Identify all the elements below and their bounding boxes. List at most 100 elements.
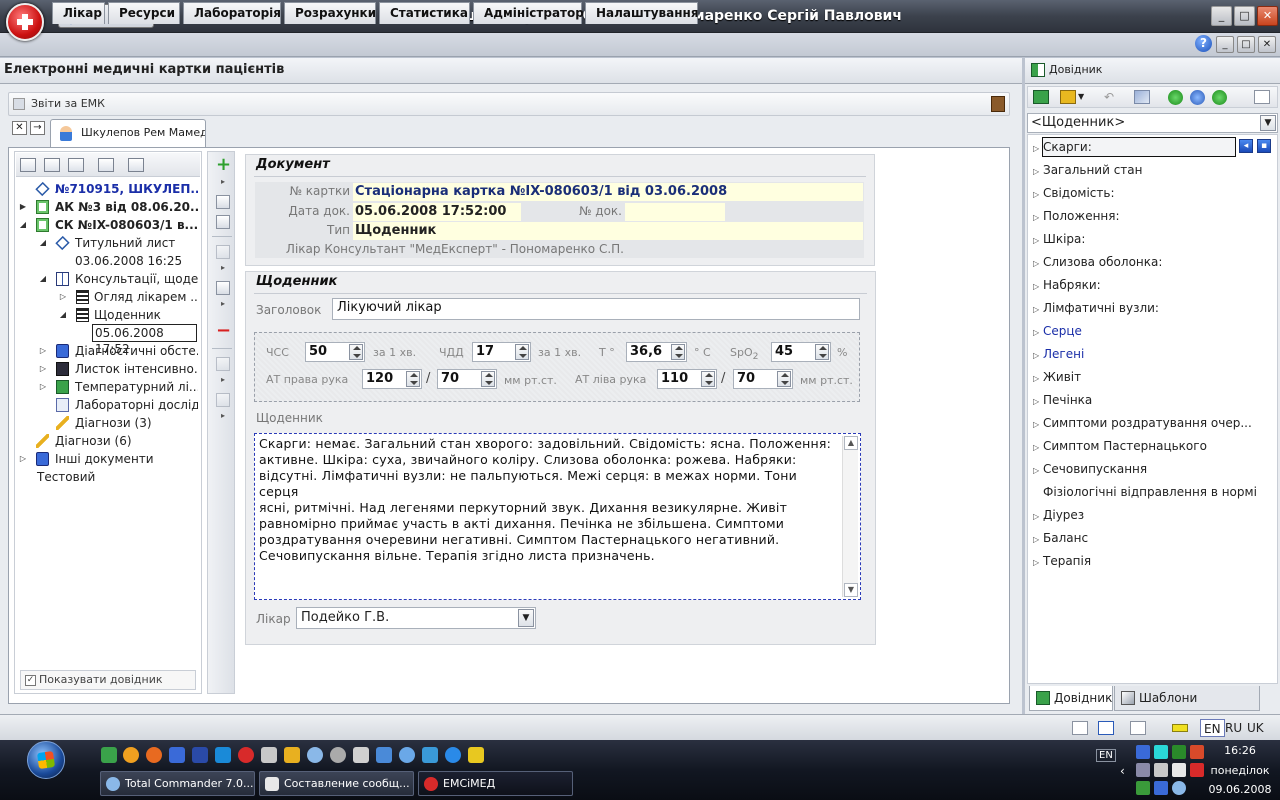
tree-item-doctor-exam[interactable]: ▷ Огляд лікарем ... xyxy=(16,288,198,306)
tree-item-title-page[interactable]: ◢ Титульний лист xyxy=(16,234,198,252)
expand-icon[interactable]: ▷ xyxy=(1033,347,1043,365)
mdi-restore-button[interactable]: □ xyxy=(1237,36,1255,53)
menu-settings[interactable]: Налаштування xyxy=(585,2,699,24)
firefox-icon[interactable] xyxy=(146,747,162,763)
tools-menu-arrow-icon[interactable]: ▸ xyxy=(216,411,230,425)
chevron-down-icon[interactable]: ▼ xyxy=(1260,115,1276,131)
card-number-value[interactable]: Стаціонарна картка №IX-080603/1 від 03.0… xyxy=(353,183,863,201)
language-uk[interactable]: UK xyxy=(1244,719,1267,737)
quick-launch-icon[interactable] xyxy=(468,747,484,763)
next-tab-icon[interactable]: → xyxy=(30,121,45,135)
quick-launch-icon[interactable] xyxy=(169,747,185,763)
close-tab-icon[interactable]: ✕ xyxy=(12,121,27,135)
maximize-button[interactable]: □ xyxy=(1234,6,1255,26)
medical-cross-icon[interactable] xyxy=(238,747,254,763)
expand-icon[interactable]: ▷ xyxy=(18,450,28,468)
tree-item-diary[interactable]: ◢ Щоденник xyxy=(16,306,198,324)
quick-launch-icon[interactable] xyxy=(101,747,117,763)
tray-expand-icon[interactable]: ‹ xyxy=(1120,764,1125,778)
book-icon[interactable] xyxy=(1033,90,1049,104)
expand-icon[interactable]: ▶ xyxy=(18,198,28,216)
copy-icon[interactable] xyxy=(216,245,230,259)
layout-icon[interactable] xyxy=(1072,721,1088,735)
quick-launch-icon[interactable] xyxy=(284,747,300,763)
expand-icon[interactable]: ▷ xyxy=(1033,439,1043,457)
heading-input[interactable]: Лікуючий лікар xyxy=(332,298,860,320)
network-icon[interactable] xyxy=(1136,745,1150,759)
collapse-icon[interactable]: ◢ xyxy=(58,306,68,324)
clock-date[interactable]: 09.06.2008 xyxy=(1200,783,1280,796)
reports-dropdown[interactable]: Звіти за ЕМК xyxy=(31,97,105,110)
minimize-button[interactable]: _ xyxy=(1211,6,1232,26)
spo2-spinner[interactable]: 45 xyxy=(771,342,831,362)
reference-item[interactable]: ▷ Легені xyxy=(1033,345,1084,363)
clock-day[interactable]: понеділок xyxy=(1200,764,1280,777)
reference-item[interactable]: ▷ Положення: xyxy=(1033,207,1120,225)
reference-item[interactable]: ▷ Сечовипускання xyxy=(1033,460,1147,478)
export-icon[interactable] xyxy=(1130,721,1146,735)
expand-icon[interactable]: ▷ xyxy=(1033,186,1043,204)
tools-icon[interactable] xyxy=(216,393,230,407)
expand-icon[interactable]: ▷ xyxy=(1033,462,1043,480)
expand-icon[interactable]: ▷ xyxy=(1033,255,1043,273)
expand-icon[interactable]: ▷ xyxy=(38,342,48,360)
delete-icon[interactable]: − xyxy=(216,322,231,340)
taskbar-total-commander[interactable]: Total Commander 7.0... xyxy=(100,771,255,796)
eraser-icon[interactable] xyxy=(1134,90,1150,104)
reference-item[interactable]: ▷ Симптоми роздратування очер... xyxy=(1033,414,1252,432)
expand-icon[interactable]: ▷ xyxy=(1033,209,1043,227)
spinner-arrows-icon[interactable] xyxy=(481,371,495,387)
window-icon[interactable] xyxy=(1098,721,1114,735)
help-icon[interactable]: ? xyxy=(1195,35,1212,52)
window-list-icon[interactable] xyxy=(128,158,144,172)
checkbox-checked-icon[interactable]: ✓ xyxy=(25,675,36,686)
print-icon[interactable] xyxy=(216,281,230,295)
tree-item-diary-entry-selected[interactable]: 05.06.2008 17:52 xyxy=(92,324,197,356)
reference-item[interactable]: ▷ Баланс xyxy=(1033,529,1088,547)
taskbar-emsimed[interactable]: ЕМСіМЕД xyxy=(418,771,573,796)
collapse-icon[interactable]: ◢ xyxy=(18,216,28,234)
tree-item-patient[interactable]: №710915, ШКУЛЕП... xyxy=(16,180,198,198)
mdi-close-button[interactable]: ✕ xyxy=(1258,36,1276,53)
tree-item-diagnoses-card[interactable]: Діагнози (3) xyxy=(16,414,198,432)
menu-laboratory[interactable]: Лабораторія xyxy=(183,2,281,24)
reference-item[interactable]: ▷ Слизова оболонка: xyxy=(1033,253,1162,271)
collapse-icon[interactable]: ◢ xyxy=(38,270,48,288)
spinner-arrows-icon[interactable] xyxy=(815,344,829,360)
tree-item-title-date[interactable]: 03.06.2008 16:25 xyxy=(16,252,198,270)
expand-icon[interactable]: ▷ xyxy=(58,288,68,306)
tray-icon[interactable] xyxy=(1154,745,1168,759)
quick-launch-icon[interactable] xyxy=(123,747,139,763)
tree-item-intensive-sheet[interactable]: ▷ Листок інтенсивно... xyxy=(16,360,198,378)
scroll-up-icon[interactable]: ▲ xyxy=(844,436,858,450)
quick-launch-icon[interactable] xyxy=(353,747,369,763)
spinner-arrows-icon[interactable] xyxy=(671,344,685,360)
expand-icon[interactable]: ▷ xyxy=(38,378,48,396)
reference-insert-button[interactable]: ▪ xyxy=(1257,139,1271,153)
bp-left-systolic-spinner[interactable]: 110 xyxy=(657,369,717,389)
document-date-value[interactable]: 05.06.2008 17:52:00 xyxy=(353,203,521,221)
folder-icon[interactable] xyxy=(1060,90,1076,104)
menu-resources[interactable]: Ресурси xyxy=(108,2,180,24)
patient-tab[interactable]: Шкулепов Рем Мамед... xyxy=(50,119,206,147)
expand-icon[interactable]: ▷ xyxy=(1033,232,1043,250)
add-icon[interactable]: + xyxy=(216,156,231,174)
taskbar-compose-message[interactable]: Составление сообщ... xyxy=(259,771,414,796)
reference-item[interactable]: ▷ Живіт xyxy=(1033,368,1081,386)
reference-category-select[interactable]: <Щоденник> ▼ xyxy=(1027,113,1278,133)
close-button[interactable]: ✕ xyxy=(1257,6,1278,26)
expand-icon[interactable]: ▷ xyxy=(38,360,48,378)
reference-item[interactable]: ▷ Скарги: xyxy=(1033,138,1092,156)
reference-item[interactable]: ▷ Серце xyxy=(1033,322,1082,340)
internet-explorer-icon[interactable] xyxy=(445,747,461,763)
reference-item[interactable]: ▷ Симптом Пастернацького xyxy=(1033,437,1207,455)
reports-toolbar[interactable]: Звіти за ЕМК xyxy=(8,92,1010,116)
tray-icon[interactable] xyxy=(1136,781,1150,795)
scroll-down-icon[interactable]: ▼ xyxy=(844,583,858,597)
reference-item[interactable]: ▷ Шкіра: xyxy=(1033,230,1085,248)
copy-menu-arrow-icon[interactable]: ▸ xyxy=(216,263,230,277)
expand-icon[interactable]: ▷ xyxy=(1033,531,1043,549)
tree-item-ambulatory-card[interactable]: ▶ АК №3 від 08.06.20... xyxy=(16,198,198,216)
tree-item-consultations[interactable]: ◢ Консультації, щоде... xyxy=(16,270,198,288)
expand-icon[interactable]: ▷ xyxy=(1033,393,1043,411)
